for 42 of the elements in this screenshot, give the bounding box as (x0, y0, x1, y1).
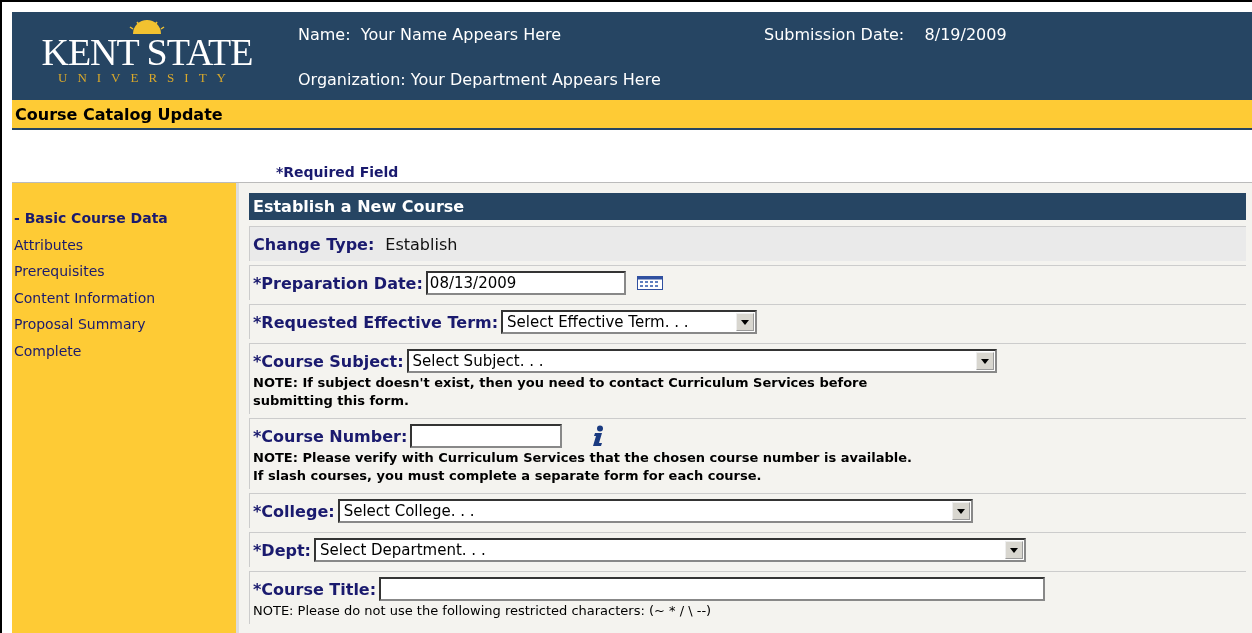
field-note: NOTE: If subject doesn't exist, then you need to contact Curriculum Services before (253, 374, 868, 392)
field-note: submitting this form. (253, 392, 409, 410)
text-input[interactable] (379, 577, 1046, 601)
dropdown-arrow-icon (741, 319, 750, 325)
dropdown-arrow-icon (956, 508, 965, 514)
sun-icon (127, 20, 167, 34)
select-dropdown[interactable]: Select Department. . . (314, 538, 1026, 562)
logo-subline: UNIVERSITY (58, 70, 236, 86)
submission-date: Submission Date: 8/19/2009 (764, 25, 1007, 46)
field-label: *Dept: (253, 540, 311, 560)
field-note: If slash courses, you must complete a separate form for each course. (253, 467, 762, 485)
dropdown-arrow-icon (1010, 547, 1018, 553)
sidebar-item[interactable]: Content Information (14, 284, 236, 311)
sidebar-item[interactable]: Proposal Summary (14, 311, 236, 338)
info-icon[interactable] (591, 425, 606, 447)
logo-wordmark: KENT STATE (41, 34, 253, 70)
field-label: *College: (253, 501, 335, 521)
field-label: Change Type: (253, 234, 375, 254)
sidebar-item[interactable]: Complete (14, 337, 236, 364)
field-label: *Requested Effective Term: (253, 312, 499, 332)
sidebar-item[interactable]: - Basic Course Data (14, 205, 236, 232)
select-dropdown[interactable]: Select College. . . (337, 499, 973, 523)
required-field-note: *Required Field (276, 164, 399, 180)
text-input[interactable] (410, 424, 563, 448)
field-label: *Preparation Date: (253, 273, 423, 293)
calendar-icon[interactable] (636, 276, 663, 290)
field-label: *Course Number: (253, 426, 408, 446)
dropdown-arrow-icon (980, 358, 989, 364)
select-dropdown[interactable]: Select Subject. . . (406, 349, 997, 373)
organization-field: Organization: Your Department Appears Here (298, 70, 661, 115)
field-label: *Course Title: (253, 579, 377, 599)
field-label: *Course Subject: (253, 351, 404, 371)
page-title: Course Catalog Update (15, 104, 223, 124)
field-value: Establish (385, 234, 458, 254)
form-title: Establish a New Course (249, 193, 1246, 220)
sidebar-item[interactable]: Attributes (14, 231, 236, 258)
field-note: NOTE: Please verify with Curriculum Services that the chosen course number is available. (253, 449, 912, 467)
name-field: Name: Your Name Appears Here (298, 25, 764, 70)
sidebar-item[interactable]: Prerequisites (14, 258, 236, 285)
select-dropdown[interactable]: Select Effective Term. . . (501, 310, 758, 334)
date-input[interactable]: 08/13/2009 (425, 271, 626, 295)
field-note: NOTE: Please do not use the following restricted characters: (~ * / \ --) (253, 602, 712, 620)
